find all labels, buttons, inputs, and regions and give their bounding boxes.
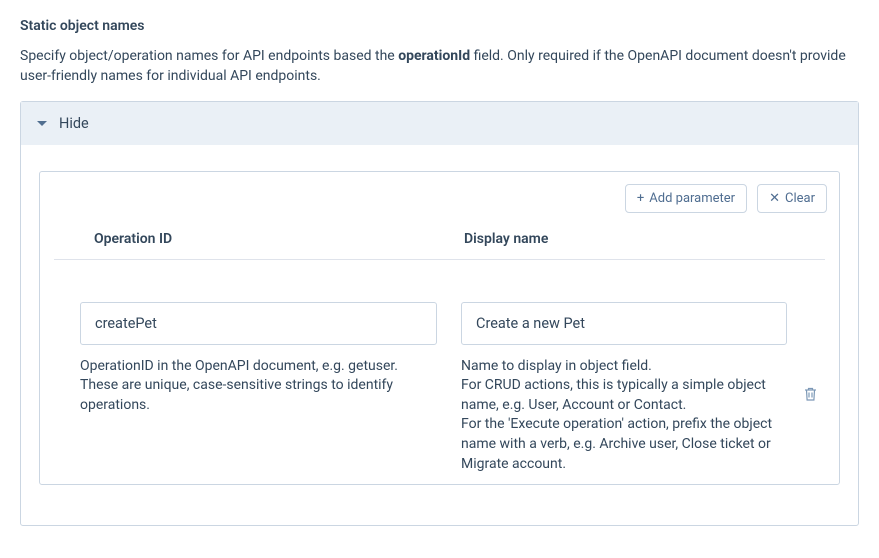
section-description: Specify object/operation names for API e… <box>20 46 859 87</box>
panel-toggle[interactable]: Hide <box>21 102 858 145</box>
operation-id-help: OperationID in the OpenAPI document, e.g… <box>80 357 437 416</box>
desc-text-before: Specify object/operation names for API e… <box>20 48 398 64</box>
add-parameter-label: Add parameter <box>649 191 735 206</box>
delete-row-button[interactable] <box>799 382 822 406</box>
panel-toggle-label: Hide <box>59 115 89 132</box>
columns-header: Operation ID Display name <box>54 225 825 260</box>
collapsible-panel: Hide + Add parameter ✕ Clear Operation I… <box>20 101 859 527</box>
add-parameter-button[interactable]: + Add parameter <box>625 184 747 213</box>
card-toolbar: + Add parameter ✕ Clear <box>40 172 839 225</box>
display-name-block: Name to display in object field. For CRU… <box>449 302 795 475</box>
operation-id-block: OperationID in the OpenAPI document, e.g… <box>54 302 449 416</box>
plus-icon: + <box>637 191 644 206</box>
column-operation-id: Operation ID <box>94 231 464 247</box>
column-display-name: Display name <box>464 231 785 247</box>
section-title: Static object names <box>20 18 859 34</box>
desc-bold: operationId <box>398 48 470 64</box>
panel-body: + Add parameter ✕ Clear Operation ID Dis… <box>21 145 858 526</box>
clear-button[interactable]: ✕ Clear <box>757 184 827 213</box>
parameter-row: OperationID in the OpenAPI document, e.g… <box>40 260 839 485</box>
parameter-card: + Add parameter ✕ Clear Operation ID Dis… <box>39 171 840 486</box>
caret-down-icon <box>37 121 47 126</box>
display-name-help-line3: For the 'Execute operation' action, pref… <box>461 415 787 474</box>
operation-id-input[interactable] <box>80 302 437 345</box>
display-name-help-line2: For CRUD actions, this is typically a si… <box>461 376 787 415</box>
close-icon: ✕ <box>769 191 780 206</box>
clear-label: Clear <box>785 191 815 206</box>
display-name-help: Name to display in object field. For CRU… <box>461 357 787 475</box>
row-actions <box>795 302 825 406</box>
display-name-help-line1: Name to display in object field. <box>461 357 787 377</box>
trash-icon <box>803 386 818 402</box>
display-name-input[interactable] <box>461 302 787 345</box>
